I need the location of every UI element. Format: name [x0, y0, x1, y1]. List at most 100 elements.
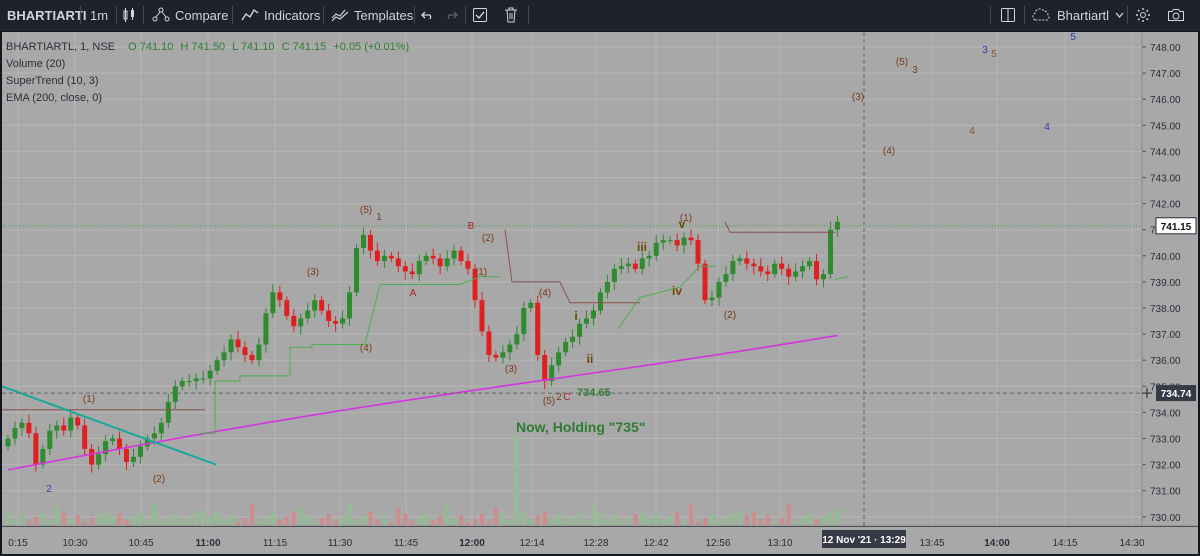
wave-label: 4 — [969, 126, 975, 137]
volume-bar — [396, 508, 401, 525]
candle-body — [660, 240, 666, 243]
volume-bar — [668, 516, 673, 525]
candle-body — [493, 354, 499, 358]
time-tick-label: 12:00 — [459, 538, 485, 549]
wave-label: (1) — [83, 394, 95, 405]
indicators-button[interactable]: Indicators — [241, 0, 320, 30]
volume-bar — [347, 503, 352, 525]
undo-button[interactable] — [421, 0, 435, 30]
toolbar-divider — [232, 6, 233, 24]
price-chart[interactable]: 748.00 747.00 746.00 745.00 744.00 743.00 742.… — [0, 30, 1200, 556]
wave-label: C — [563, 392, 570, 403]
study-legend-volume[interactable]: Volume (20) — [6, 58, 65, 70]
toolbar-divider — [80, 6, 81, 24]
volume-bar — [368, 512, 373, 525]
volume-bar — [256, 521, 261, 525]
volume-bar — [716, 521, 721, 525]
checklist-button[interactable] — [472, 0, 488, 30]
price-tick-label: 731.00 — [1150, 487, 1181, 498]
price-tick-label: 737.00 — [1150, 330, 1181, 341]
price-tick-label: 734.00 — [1150, 408, 1181, 419]
volume-bar — [40, 513, 45, 525]
time-tick-label: 14:30 — [1119, 538, 1144, 549]
candle-body — [702, 263, 708, 301]
volume-bar — [201, 510, 206, 525]
volume-bar — [500, 513, 505, 525]
wave-label: 5 — [991, 49, 997, 60]
wave-label: (5) — [543, 396, 555, 407]
volume-bar — [187, 517, 192, 525]
volume-bar — [263, 517, 268, 525]
layout-button[interactable] — [1000, 0, 1016, 30]
volume-bar — [786, 504, 791, 525]
cloud-layout-button[interactable]: Bhartiartl — [1030, 0, 1124, 30]
symbol-search[interactable]: BHARTIARTI — [7, 0, 86, 30]
time-tick-label: 14:00 — [984, 538, 1010, 549]
price-tick-label: 744.00 — [1150, 147, 1181, 158]
candle-body — [604, 281, 610, 293]
chart-area[interactable]: 748.00 747.00 746.00 745.00 744.00 743.00 742.… — [0, 30, 1200, 556]
compare-button[interactable]: Compare — [152, 0, 228, 30]
legend-title: BHARTIARTL, 1, NSE — [6, 41, 116, 53]
legend-low: L 741.10 — [232, 41, 275, 53]
volume-bar — [723, 517, 728, 525]
candle-body — [639, 258, 645, 269]
volume-bar — [466, 522, 471, 525]
trash-icon — [504, 7, 518, 23]
candle-body — [319, 300, 325, 311]
candle-body — [340, 318, 346, 324]
time-tick-label: 13:45 — [919, 538, 944, 549]
delete-button[interactable] — [504, 0, 518, 30]
candle-body — [695, 240, 701, 264]
redo-button[interactable] — [444, 0, 458, 30]
legend-high: H 741.50 — [180, 41, 226, 53]
study-legend-supertrend[interactable]: SuperTrend (10, 3) — [6, 75, 99, 87]
candle-body — [277, 292, 283, 301]
volume-bar — [326, 514, 331, 525]
chart-style-button[interactable] — [122, 0, 136, 30]
toolbar-divider — [116, 6, 117, 24]
wave-label: iii — [637, 240, 647, 254]
candle-body — [465, 261, 471, 269]
volume-bar — [828, 512, 833, 525]
volume-bar — [215, 512, 220, 525]
candle-body — [326, 310, 332, 322]
volume-bar — [152, 505, 157, 525]
volume-bar — [222, 519, 227, 525]
toolbar-divider — [323, 6, 324, 24]
legend-open: O 741.10 — [128, 41, 174, 53]
volume-bar — [431, 520, 436, 525]
volume-bar — [835, 509, 840, 525]
volume-bar — [138, 512, 143, 525]
candle-body — [249, 354, 255, 361]
volume-bar — [103, 511, 108, 525]
candle-body — [597, 292, 603, 311]
templates-button[interactable]: Templates — [331, 0, 413, 30]
study-legend-ema[interactable]: EMA (200, close, 0) — [6, 92, 102, 104]
candle-body — [674, 240, 680, 246]
volume-bar — [535, 515, 540, 525]
candle-body — [221, 352, 227, 361]
candle-body — [381, 255, 387, 262]
volume-bar — [772, 522, 777, 525]
volume-bar — [661, 520, 666, 525]
candle-body — [744, 258, 750, 264]
candle-body — [521, 308, 527, 335]
interval-button[interactable]: 1m — [90, 0, 108, 30]
candle-body — [242, 347, 248, 355]
snapshot-button[interactable] — [1167, 0, 1185, 30]
volume-bar — [236, 522, 241, 525]
volume-bar — [389, 522, 394, 525]
time-tick-label: 10:45 — [128, 538, 153, 549]
plot-area[interactable] — [2, 32, 1142, 526]
wave-label: (4) — [539, 288, 551, 299]
candle-body — [479, 300, 485, 332]
settings-button[interactable] — [1135, 0, 1151, 30]
candle-body — [556, 352, 562, 366]
volume-bar — [793, 521, 798, 525]
volume-bar — [242, 518, 247, 525]
volume-bar — [744, 516, 749, 525]
candle-body — [430, 255, 436, 259]
volume-bar — [514, 435, 519, 525]
volume-bar — [61, 512, 66, 525]
